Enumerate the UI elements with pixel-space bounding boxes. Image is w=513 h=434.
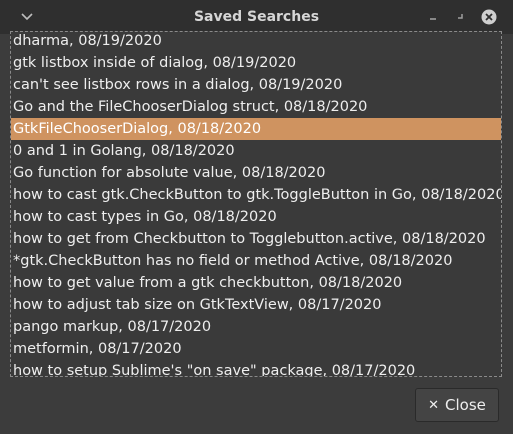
saved-searches-dialog: Saved Searches dharma, 08/19/2020 gtk lis…: [0, 0, 513, 434]
list-item[interactable]: how to setup Sublime's "on save" package…: [11, 360, 501, 376]
title-bar: Saved Searches: [0, 0, 513, 34]
list-item[interactable]: gtk listbox inside of dialog, 08/19/2020: [11, 52, 501, 74]
minimize-icon[interactable]: [427, 10, 439, 22]
list-item[interactable]: 0 and 1 in Golang, 08/18/2020: [11, 140, 501, 162]
list-item[interactable]: Go function for absolute value, 08/18/20…: [11, 162, 501, 184]
list-item[interactable]: metformin, 08/17/2020: [11, 338, 501, 360]
restore-icon[interactable]: [454, 10, 466, 22]
saved-searches-list[interactable]: dharma, 08/19/2020 gtk listbox inside of …: [10, 31, 502, 377]
close-circle-icon[interactable]: [481, 9, 497, 25]
list-item[interactable]: pango markup, 08/17/2020: [11, 316, 501, 338]
list-item[interactable]: how to cast types in Go, 08/18/2020: [11, 206, 501, 228]
list-item[interactable]: *gtk.CheckButton has no field or method …: [11, 250, 501, 272]
list-item[interactable]: how to adjust tab size on GtkTextView, 0…: [11, 294, 501, 316]
close-icon: ✕: [428, 397, 440, 413]
list-item[interactable]: Go and the FileChooserDialog struct, 08/…: [11, 96, 501, 118]
close-button-label: Close: [445, 396, 486, 414]
list-item[interactable]: can't see listbox rows in a dialog, 08/1…: [11, 74, 501, 96]
list-item[interactable]: how to get value from a gtk checkbutton,…: [11, 272, 501, 294]
list-item[interactable]: how to cast gtk.CheckButton to gtk.Toggl…: [11, 184, 501, 206]
list-item[interactable]: how to get from Checkbutton to Togglebut…: [11, 228, 501, 250]
list-item[interactable]: dharma, 08/19/2020: [11, 32, 501, 52]
list-item[interactable]: GtkFileChooserDialog, 08/18/2020: [11, 118, 501, 140]
close-button[interactable]: ✕ Close: [415, 388, 499, 422]
